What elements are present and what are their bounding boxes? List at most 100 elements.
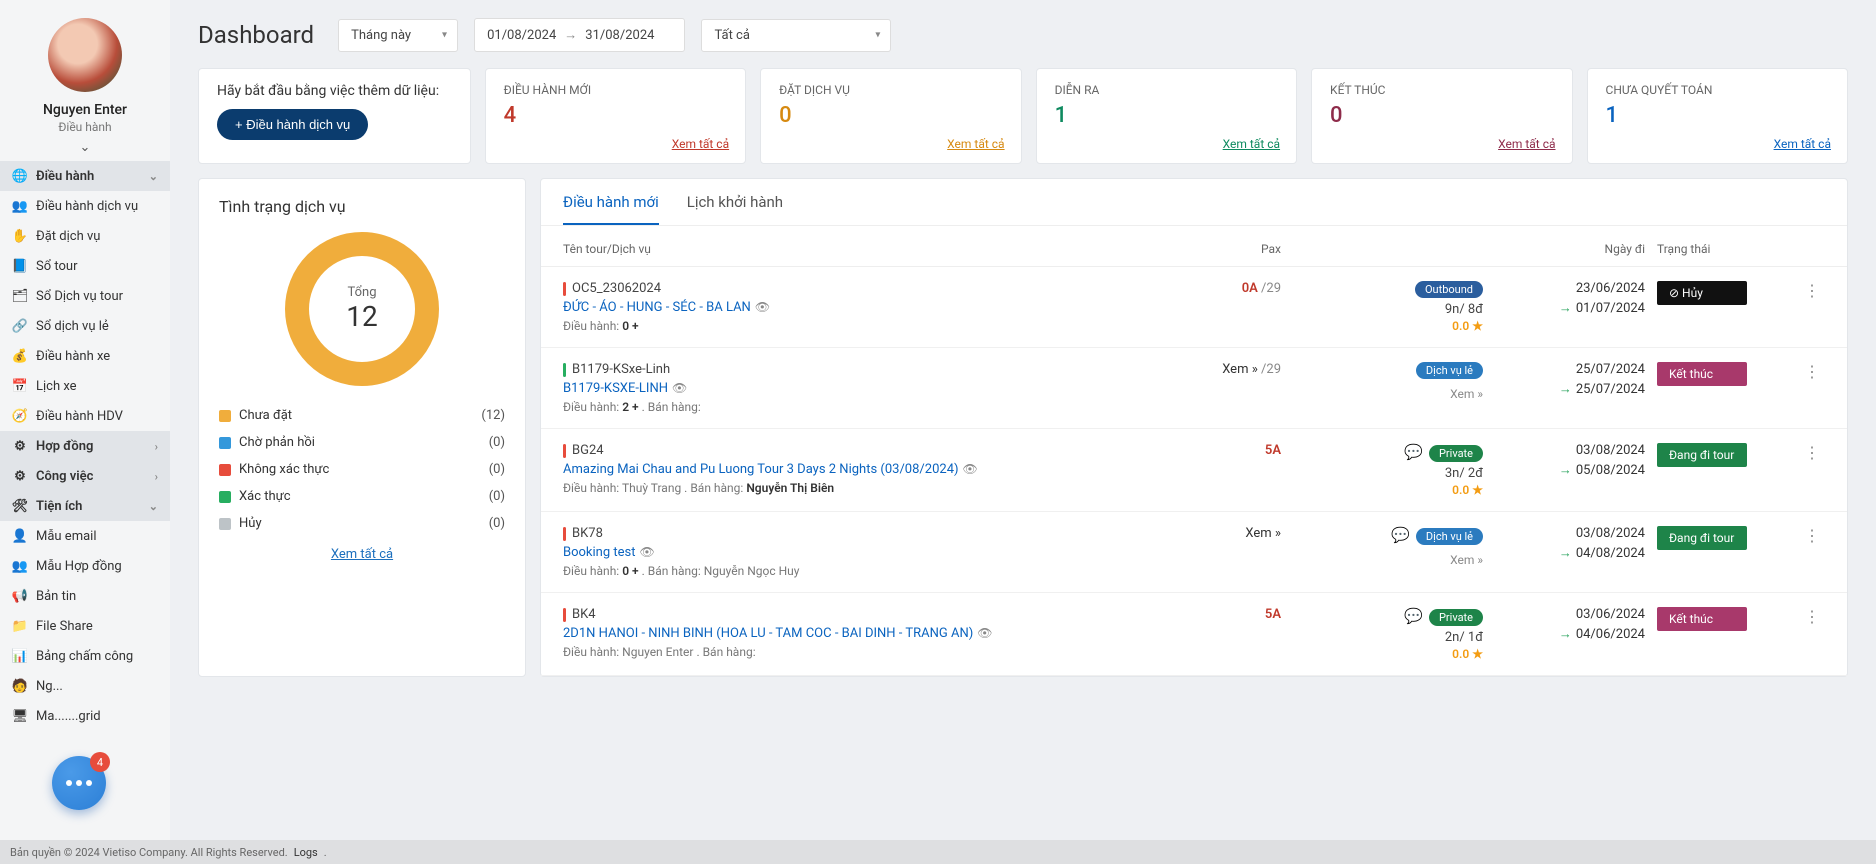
star-icon: ★ bbox=[1472, 319, 1483, 333]
nav-icon: 📅 bbox=[12, 378, 28, 394]
nav-item[interactable]: 📊Bảng chấm công bbox=[0, 641, 170, 671]
nav-icon: ✋ bbox=[12, 228, 28, 244]
star-icon: ★ bbox=[1472, 483, 1483, 497]
status-view-all-link[interactable]: Xem tất cả bbox=[219, 547, 505, 562]
nav-item[interactable]: ✋Đặt dịch vụ bbox=[0, 221, 170, 251]
eye-icon[interactable]: 👁 bbox=[977, 626, 992, 640]
nav-item[interactable]: 🔗Sổ dịch vụ lẻ bbox=[0, 311, 170, 341]
legend-row[interactable]: Xác thực (0) bbox=[219, 483, 505, 510]
kebab-icon[interactable]: ⋮ bbox=[1804, 443, 1820, 462]
arrow-right-icon: → bbox=[1559, 627, 1572, 642]
legend-row[interactable]: Hủy (0) bbox=[219, 510, 505, 537]
nav-item[interactable]: 🖥Ma.......grid bbox=[0, 701, 170, 731]
nav-item[interactable]: 🗂Sổ Dịch vụ tour bbox=[0, 281, 170, 311]
kebab-icon[interactable]: ⋮ bbox=[1804, 607, 1820, 626]
table-header: Tên tour/Dịch vụ Pax Ngày đi Trạng thái bbox=[541, 226, 1847, 267]
nav-item[interactable]: 🧑Ng... bbox=[0, 671, 170, 701]
col-date: 23/06/2024 →01/07/2024 bbox=[1495, 281, 1645, 316]
footer-logs-link[interactable]: Logs bbox=[294, 846, 318, 859]
nav-section-header[interactable]: 🛠Tiện ích⌄ bbox=[0, 491, 170, 521]
status-pill: ⊘ Hủy bbox=[1657, 281, 1747, 305]
row-meta: Điều hành: 0 + bbox=[563, 319, 1169, 333]
legend-swatch bbox=[219, 464, 231, 476]
stat-view-all-link[interactable]: Xem tất cả bbox=[947, 137, 1004, 151]
stat-view-all-link[interactable]: Xem tất cả bbox=[1223, 137, 1280, 151]
date-end: 25/07/2024 bbox=[1576, 382, 1645, 397]
nav-item[interactable]: 🧭Điều hành HDV bbox=[0, 401, 170, 431]
tour-link[interactable]: ĐỨC - ÁO - HUNG - SÉC - BA LAN bbox=[563, 300, 751, 315]
nav-item[interactable]: 📁File Share bbox=[0, 611, 170, 641]
eye-icon[interactable]: 👁 bbox=[640, 545, 655, 559]
pax-xem-link[interactable]: Xem » bbox=[1245, 526, 1281, 541]
nav-item[interactable]: 💰Điều hành xe bbox=[0, 341, 170, 371]
nav-item[interactable]: 👤Mẫu email bbox=[0, 521, 170, 551]
star-icon: ★ bbox=[1472, 647, 1483, 661]
chat-icon[interactable]: 💬 bbox=[1404, 443, 1423, 461]
nav-item[interactable]: 📅Lịch xe bbox=[0, 371, 170, 401]
legend-row[interactable]: Chờ phản hồi (0) bbox=[219, 429, 505, 456]
tab-new-operations[interactable]: Điều hành mới bbox=[563, 193, 659, 225]
nav-section-header[interactable]: ⚙Công việc› bbox=[0, 461, 170, 491]
nights: 9n/ 8đ bbox=[1293, 302, 1483, 317]
add-operation-button[interactable]: + Điều hành dịch vụ bbox=[217, 109, 368, 140]
chat-icon[interactable]: 💬 bbox=[1404, 607, 1423, 625]
legend-count: (0) bbox=[489, 516, 505, 531]
nav-icon: 🖥 bbox=[12, 708, 28, 724]
legend-count: (0) bbox=[489, 435, 505, 450]
nav-item[interactable]: 👥Mẫu Hợp đồng bbox=[0, 551, 170, 581]
nav-section-header[interactable]: ⚙Hợp đồng› bbox=[0, 431, 170, 461]
tour-link[interactable]: Booking test bbox=[563, 545, 636, 560]
eye-icon[interactable]: 👁 bbox=[755, 300, 770, 314]
info-xem-link[interactable]: Xem » bbox=[1293, 387, 1483, 401]
nav-item[interactable]: 📢Bản tin bbox=[0, 581, 170, 611]
tour-code: BG24 bbox=[572, 443, 604, 458]
legend-swatch bbox=[219, 437, 231, 449]
chevron-down-icon[interactable]: ⌄ bbox=[10, 140, 160, 155]
period-select[interactable]: Tháng này ▾ bbox=[338, 19, 458, 52]
row-meta: Điều hành: Thuỳ Trang . Bán hàng: Nguyễn… bbox=[563, 481, 1169, 495]
legend-row[interactable]: Không xác thực (0) bbox=[219, 456, 505, 483]
kebab-icon[interactable]: ⋮ bbox=[1804, 362, 1820, 381]
type-badge: Dịch vụ lẻ bbox=[1416, 362, 1483, 379]
tab-departure-schedule[interactable]: Lịch khởi hành bbox=[687, 193, 783, 225]
nav-item[interactable]: 📘Sổ tour bbox=[0, 251, 170, 281]
legend-row[interactable]: Chưa đặt (12) bbox=[219, 402, 505, 429]
tour-link[interactable]: 2D1N HANOI - NINH BINH (HOA LU - TAM COC… bbox=[563, 626, 973, 641]
nav: 🌐Điều hành⌄👥Điều hành dịch vụ✋Đặt dịch v… bbox=[0, 161, 170, 840]
chat-bubble[interactable]: 4 bbox=[52, 756, 106, 810]
chevron-icon: ⌄ bbox=[149, 500, 158, 513]
filter-select[interactable]: Tất cả ▾ bbox=[701, 19, 891, 52]
stat-label: ĐẶT DỊCH VỤ bbox=[779, 83, 1002, 97]
eye-icon[interactable]: 👁 bbox=[672, 381, 687, 395]
th-status: Trạng thái bbox=[1657, 242, 1787, 256]
donut-label: Tổng bbox=[347, 285, 376, 300]
col-date: 25/07/2024 →25/07/2024 bbox=[1495, 362, 1645, 397]
stat-label: DIỄN RA bbox=[1055, 83, 1278, 97]
stat-value: 0 bbox=[779, 103, 1002, 128]
eye-icon[interactable]: 👁 bbox=[963, 462, 978, 476]
kebab-icon[interactable]: ⋮ bbox=[1804, 526, 1820, 545]
avatar[interactable] bbox=[48, 18, 122, 92]
th-pax: Pax bbox=[1181, 242, 1281, 256]
legend-label: Chờ phản hồi bbox=[239, 435, 315, 450]
info-xem-link[interactable]: Xem » bbox=[1293, 553, 1483, 567]
tour-code: OC5_23062024 bbox=[572, 281, 661, 296]
stat-view-all-link[interactable]: Xem tất cả bbox=[1774, 137, 1831, 151]
tour-link[interactable]: Amazing Mai Chau and Pu Luong Tour 3 Day… bbox=[563, 462, 959, 477]
tour-link[interactable]: B1179-KSXE-LINH bbox=[563, 381, 668, 396]
stat-label: CHƯA QUYẾT TOÁN bbox=[1606, 83, 1829, 97]
nav-section-header[interactable]: 🌐Điều hành⌄ bbox=[0, 161, 170, 191]
row-indicator bbox=[563, 608, 566, 622]
filter-value: Tất cả bbox=[714, 28, 749, 43]
nav-item[interactable]: 👥Điều hành dịch vụ bbox=[0, 191, 170, 221]
stat-card: ĐIỀU HÀNH MỚI 4 Xem tất cả bbox=[485, 68, 746, 164]
pax-xem-link[interactable]: Xem » bbox=[1222, 362, 1258, 377]
kebab-icon[interactable]: ⋮ bbox=[1804, 281, 1820, 300]
type-badge: Outbound bbox=[1415, 281, 1483, 298]
date-range-select[interactable]: 01/08/2024 → 31/08/2024 bbox=[474, 18, 685, 52]
chat-icon[interactable]: 💬 bbox=[1391, 526, 1410, 544]
stat-view-all-link[interactable]: Xem tất cả bbox=[1498, 137, 1555, 151]
tabs: Điều hành mới Lịch khởi hành bbox=[541, 179, 1847, 226]
stat-view-all-link[interactable]: Xem tất cả bbox=[672, 137, 729, 151]
arrow-right-icon: → bbox=[1559, 382, 1572, 397]
